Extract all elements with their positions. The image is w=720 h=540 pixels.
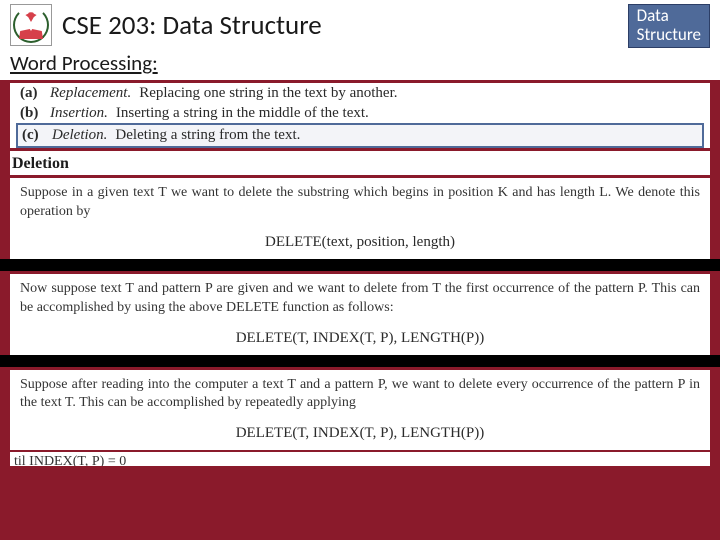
op-desc: Inserting a string in the middle of the … [116, 105, 369, 122]
paragraph-2: Now suppose text T and pattern P are giv… [10, 274, 710, 324]
op-label: (b) [20, 105, 50, 122]
section-heading: Word Processing: [0, 50, 720, 80]
op-name: Insertion. [50, 105, 108, 122]
university-logo [10, 4, 52, 46]
op-name: Replacement. [50, 85, 131, 102]
formula-1: DELETE(text, position, length) [10, 228, 710, 259]
operations-panel: (a) Replacement. Replacing one string in… [10, 83, 710, 148]
operation-row-b: (b) Insertion. Inserting a string in the… [10, 103, 710, 123]
op-desc: Deleting a string from the text. [115, 127, 300, 144]
slide-header: CSE 203: Data Structure Data Structure [0, 0, 720, 50]
badge-line1: Data [637, 7, 701, 26]
operation-row-a: (a) Replacement. Replacing one string in… [10, 83, 710, 103]
paragraph-1: Suppose in a given text T we want to del… [10, 178, 710, 228]
formula-3: DELETE(T, INDEX(T, P), LENGTH(P)) [10, 419, 710, 450]
operation-row-c-highlighted: (c) Deletion. Deleting a string from the… [16, 123, 704, 148]
subject-badge: Data Structure [628, 4, 710, 48]
partial-text-clipped: til INDEX(T, P) = 0 [10, 452, 710, 466]
deletion-heading: Deletion [10, 151, 710, 175]
divider-black [0, 355, 720, 367]
divider-black [0, 259, 720, 271]
operation-row-c: (c) Deletion. Deleting a string from the… [18, 125, 702, 146]
op-name: Deletion. [52, 127, 107, 144]
formula-2: DELETE(T, INDEX(T, P), LENGTH(P)) [10, 324, 710, 355]
course-title: CSE 203: Data Structure [62, 9, 322, 42]
paragraph-3: Suppose after reading into the computer … [10, 370, 710, 420]
badge-line2: Structure [637, 26, 701, 45]
op-desc: Replacing one string in the text by anot… [139, 85, 397, 102]
op-label: (a) [20, 85, 50, 102]
op-label: (c) [22, 127, 52, 144]
